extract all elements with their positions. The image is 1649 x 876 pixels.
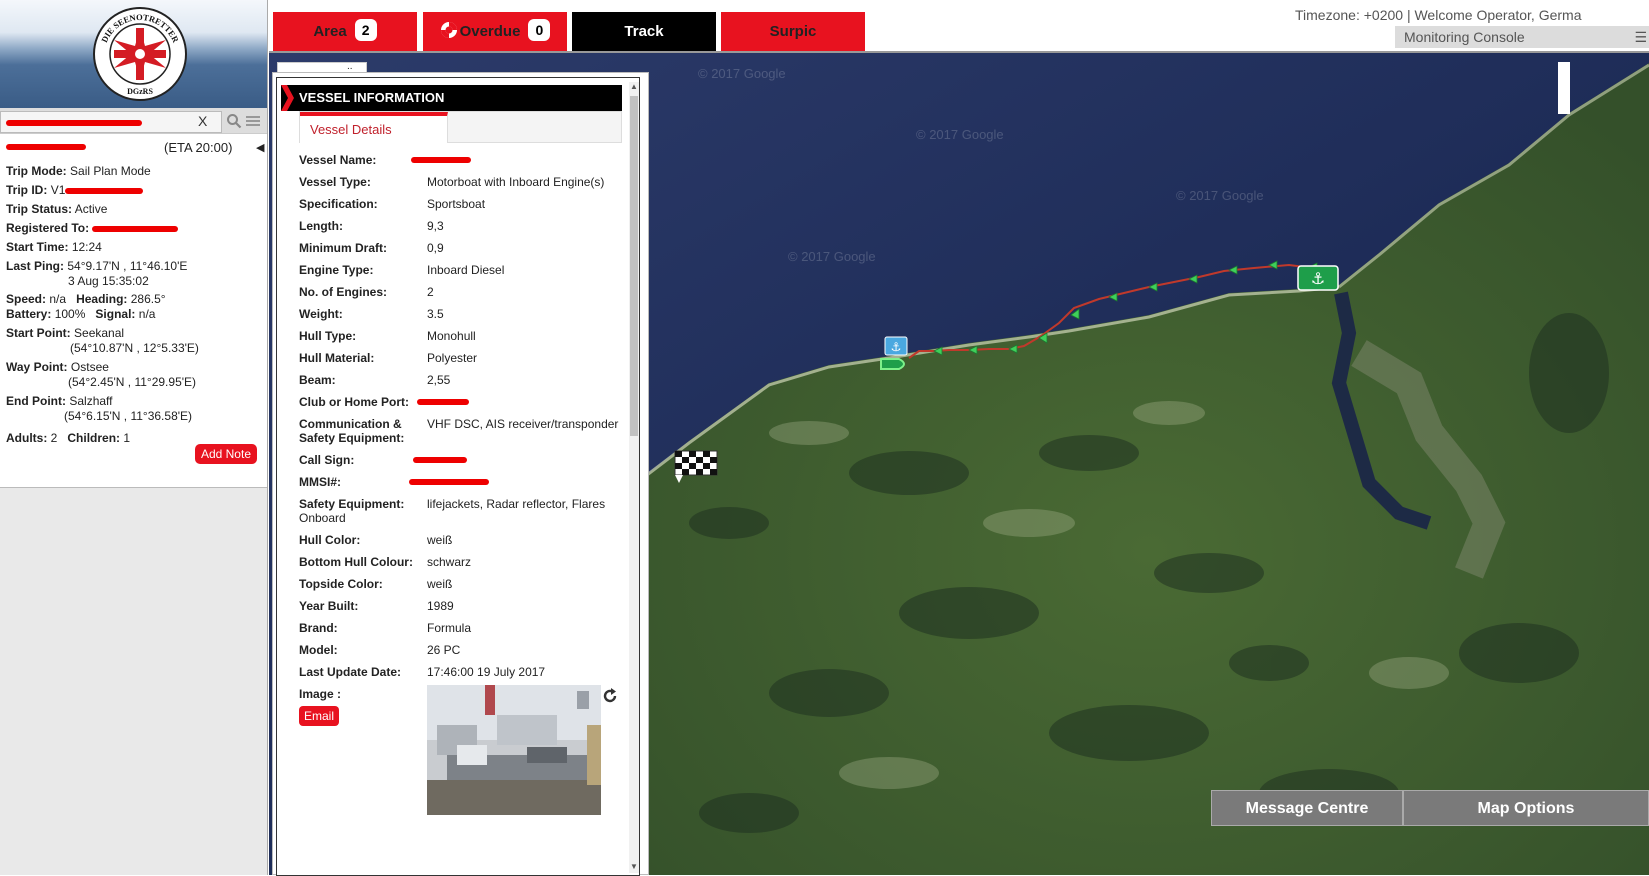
vessel-position-icon[interactable]: ⚓: [880, 336, 908, 370]
start-point-row: Start Point: Seekanal: [6, 326, 125, 340]
trip-id-row: Trip ID: V1: [6, 181, 259, 200]
registered-to-row: Registered To:: [6, 219, 259, 238]
field-row: Model: 26 PC: [299, 643, 461, 657]
way-point-coords: (54°2.45'N , 11°29.95'E): [68, 375, 197, 389]
field-row: Topside Color: weiß: [299, 577, 453, 591]
svg-text:⚓: ⚓: [1311, 269, 1325, 288]
sidebar: DIE SEENOTRETTER DGzRS X (ETA 20:00) ◀ T…: [0, 0, 268, 875]
logo-banner: DIE SEENOTRETTER DGzRS: [0, 0, 267, 108]
vessel-photo[interactable]: [427, 685, 601, 815]
panel-scrollbar[interactable]: ▲ ▼: [629, 82, 639, 873]
trip-eta: (ETA 20:00): [164, 140, 233, 155]
battery-signal-row: Battery: 100% Signal: n/a: [6, 307, 156, 321]
vessel-fields: Vessel Name: Vessel Type: Motorboat with …: [299, 150, 619, 824]
map-watermark: © 2017 Google: [788, 249, 876, 264]
way-point-row: Way Point: Ostsee: [6, 360, 109, 374]
map-watermark: © 2017 Google: [698, 66, 786, 81]
field-row: Weight: 3.5: [299, 307, 444, 321]
search-bar: X: [0, 108, 267, 134]
refresh-icon[interactable]: [601, 687, 619, 705]
field-row: Engine Type: Inboard Diesel: [299, 263, 505, 277]
tab-surpic[interactable]: Surpic: [721, 12, 865, 51]
field-row: Vessel Type: Motorboat with Inboard Engin…: [299, 175, 605, 189]
field-row: Brand: Formula: [299, 621, 472, 635]
map-options-button[interactable]: Map Options: [1403, 790, 1649, 826]
add-note-button[interactable]: Add Note: [194, 444, 257, 464]
email-button[interactable]: Email: [299, 706, 340, 726]
vessel-information-panel: VESSEL INFORMATION Vessel Details Vessel…: [272, 72, 649, 876]
dgzrs-logo: DIE SEENOTRETTER DGzRS: [93, 7, 187, 101]
vessel-information-content: VESSEL INFORMATION Vessel Details Vessel…: [276, 77, 640, 876]
field-row: Club or Home Port:: [299, 392, 619, 414]
image-row: Image : Email: [299, 684, 619, 824]
field-row: Length: 9,3: [299, 219, 444, 233]
redacted-trip-id: [65, 187, 144, 194]
field-row: No. of Engines: 2: [299, 285, 434, 299]
svg-text:⚓: ⚓: [891, 340, 902, 354]
last-ping-date: 3 Aug 15:35:02: [68, 274, 149, 288]
chevron-right-icon: [281, 85, 294, 111]
tab-area[interactable]: Area 2: [273, 12, 417, 51]
redacted-vessel-name: [6, 144, 86, 150]
image-label: Image :: [299, 687, 342, 701]
field-row: Minimum Draft: 0,9: [299, 241, 444, 255]
trip-summary-panel: (ETA 20:00) ◀ Trip Mode: Sail Plan Mode …: [0, 134, 267, 488]
redacted-owner: [92, 225, 179, 232]
tab-overdue[interactable]: Overdue 0: [423, 12, 567, 51]
speed-heading-row: Speed: n/a Heading: 286.5°: [6, 292, 166, 306]
clear-search-button[interactable]: X: [198, 113, 207, 129]
trip-mode-row: Trip Mode: Sail Plan Mode: [6, 164, 151, 178]
logo-text-bottom: DGzRS: [127, 87, 153, 96]
start-time-row: Start Time: 12:24: [6, 240, 102, 254]
end-point-coords: (54°6.15'N , 11°36.58'E): [64, 409, 193, 423]
scrollbar-thumb[interactable]: [630, 96, 638, 436]
area-count-badge: 2: [354, 19, 377, 41]
field-row: Communication & Safety Equipment: VHF DSC…: [299, 417, 619, 445]
map-watermark: © 2017 Google: [1176, 188, 1264, 203]
trip-header: (ETA 20:00) ◀: [6, 140, 264, 162]
field-row: Bottom Hull Colour: schwarz: [299, 555, 472, 569]
timezone-welcome-text: Timezone: +0200 | Welcome Operator, Germ…: [1295, 7, 1582, 23]
field-row: Safety Equipment: lifejackets, Radar refl…: [299, 497, 606, 525]
start-marker-icon[interactable]: ⚓: [1297, 265, 1339, 291]
lifebuoy-icon: [440, 22, 457, 38]
list-icon[interactable]: [246, 115, 260, 127]
vessel-information-header: VESSEL INFORMATION: [281, 85, 622, 111]
menu-icon[interactable]: ☰: [1634, 26, 1647, 48]
field-row: Beam: 2,55: [299, 373, 451, 387]
redacted-search-text: [6, 120, 142, 126]
field-row: Call Sign:: [299, 450, 619, 472]
field-row: Hull Material: Polyester: [299, 351, 478, 365]
field-row: Hull Type: Monohull: [299, 329, 476, 343]
scroll-up-icon[interactable]: ▲: [630, 82, 638, 91]
top-navigation: Area 2 Overdue 0 Track Surpic Timezone: +0…: [269, 0, 1649, 53]
field-row: Year Built: 1989: [299, 599, 454, 613]
start-point-coords: (54°10.87'N , 12°5.33'E): [70, 341, 199, 355]
tab-vessel-details[interactable]: Vessel Details: [300, 112, 448, 143]
field-row: Specification: Sportsboat: [299, 197, 486, 211]
collapse-arrow-icon[interactable]: ◀: [256, 141, 264, 154]
overdue-count-badge: 0: [528, 19, 551, 41]
map-side-handle[interactable]: [1558, 62, 1570, 114]
last-ping-row: Last Ping: 54°9.17'N , 11°46.10'E: [6, 259, 188, 273]
message-centre-button[interactable]: Message Centre: [1211, 790, 1403, 826]
scroll-down-icon[interactable]: ▼: [630, 862, 638, 871]
field-row: Hull Color: weiß: [299, 533, 453, 547]
search-icon[interactable]: [226, 113, 242, 129]
map-watermark: © 2017 Google: [916, 127, 1004, 142]
end-point-row: End Point: Salzhaff: [6, 394, 113, 408]
field-row: Vessel Name:: [299, 150, 619, 172]
trip-status-row: Trip Status: Active: [6, 202, 108, 216]
tab-track[interactable]: Track: [572, 12, 716, 51]
field-row: MMSI#:: [299, 472, 619, 494]
field-row: Last Update Date: 17:46:00 19 July 2017: [299, 665, 546, 679]
vessel-tabs: Vessel Details: [299, 111, 622, 143]
monitoring-console-button[interactable]: Monitoring Console ☰: [1395, 26, 1649, 48]
